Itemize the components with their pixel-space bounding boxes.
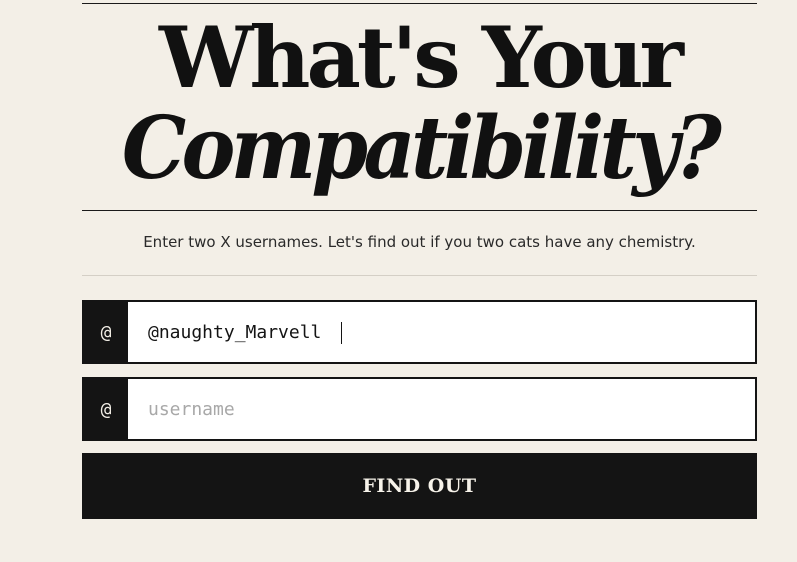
top-divider — [82, 3, 757, 4]
username2-field: @ — [82, 377, 757, 441]
page-subtitle: Enter two X usernames. Let's find out if… — [143, 233, 696, 251]
username1-field: @ — [82, 300, 757, 364]
title-divider — [82, 210, 757, 211]
at-prefix-icon: @ — [84, 302, 128, 362]
page-title-line2: Compatibility? — [121, 98, 722, 199]
username1-input[interactable] — [128, 302, 755, 362]
page-title-line1: What's Your — [159, 8, 684, 107]
text-caret — [341, 322, 342, 344]
username2-input[interactable] — [128, 379, 755, 439]
at-prefix-icon: @ — [84, 379, 128, 439]
find-out-button[interactable]: FIND OUT — [82, 453, 757, 519]
subtitle-divider — [82, 275, 757, 276]
